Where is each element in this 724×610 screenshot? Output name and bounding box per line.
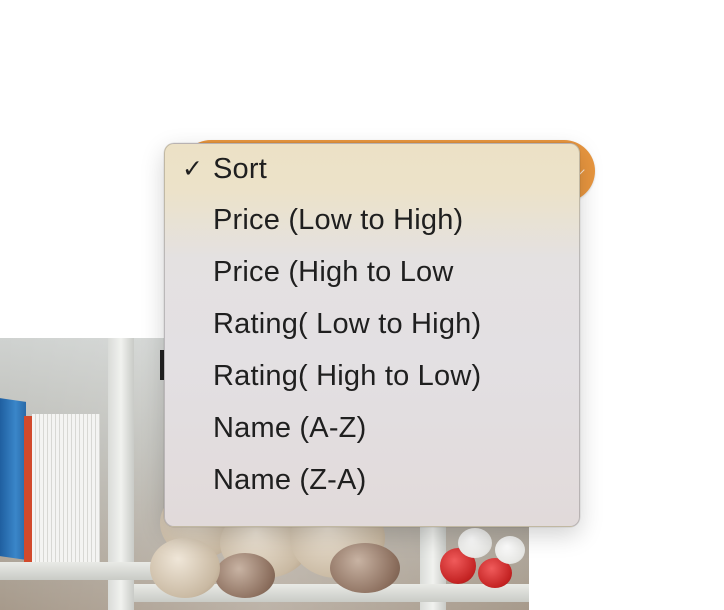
blue-bin	[0, 398, 26, 560]
menu-item-label: Price (High to Low	[213, 256, 454, 288]
menu-item-rating-low-high[interactable]: Rating( Low to High)	[165, 298, 579, 350]
menu-item-label: Rating( Low to High)	[213, 308, 482, 340]
paper-stack	[32, 414, 100, 566]
plush-toy	[330, 543, 400, 593]
plush-toy	[215, 553, 275, 598]
shelf-board	[0, 562, 160, 580]
white-toy	[458, 528, 492, 558]
menu-item-price-high-low[interactable]: Price (High to Low	[165, 246, 579, 298]
plush-toy	[150, 538, 220, 598]
sort-dropdown-menu: ✓ Sort Price (Low to High) Price (High t…	[164, 143, 580, 527]
menu-item-sort[interactable]: ✓ Sort	[165, 144, 579, 194]
menu-item-name-z-a[interactable]: Name (Z-A)	[165, 454, 579, 506]
menu-item-label: Name (A-Z)	[213, 412, 367, 444]
menu-item-name-a-z[interactable]: Name (A-Z)	[165, 402, 579, 454]
page: ✓ Sort Price (Low to High) Price (High t…	[0, 0, 724, 610]
checkmark-icon: ✓	[182, 155, 204, 183]
menu-item-rating-high-low[interactable]: Rating( High to Low)	[165, 350, 579, 402]
menu-item-label: Sort	[213, 153, 267, 185]
menu-item-label: Name (Z-A)	[213, 464, 367, 496]
menu-item-price-low-high[interactable]: Price (Low to High)	[165, 194, 579, 246]
white-toy	[495, 536, 525, 564]
menu-item-label: Price (Low to High)	[213, 204, 464, 236]
menu-item-label: Rating( High to Low)	[213, 360, 482, 392]
